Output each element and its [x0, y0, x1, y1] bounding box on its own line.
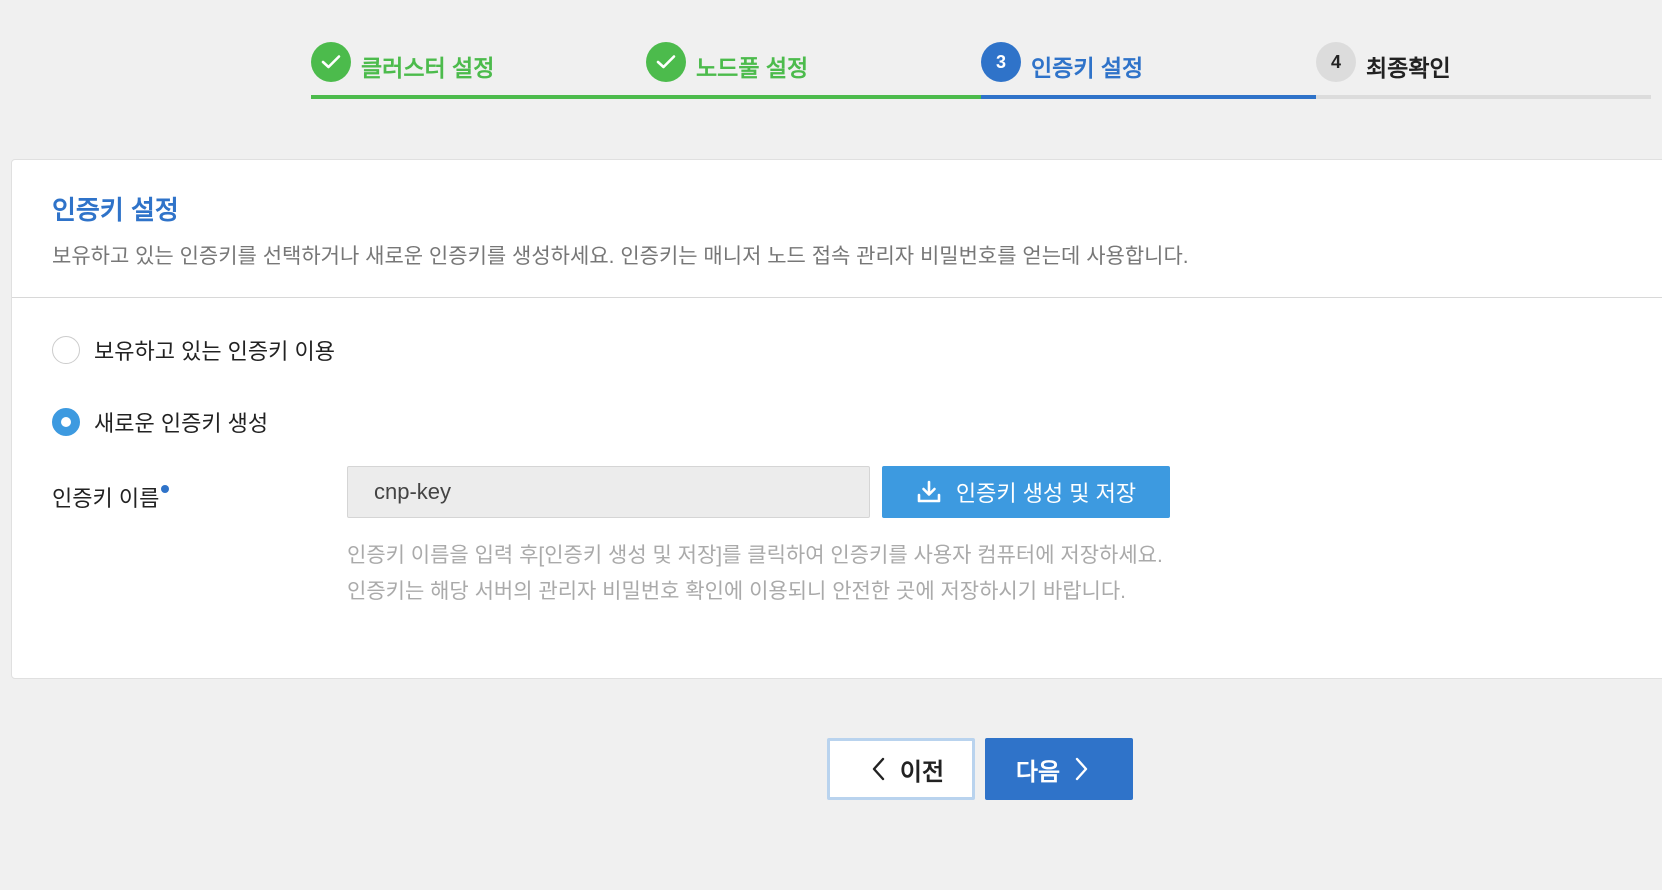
radio-create-new-key[interactable]: 새로운 인증키 생성 [52, 406, 268, 438]
step-progress-bar [1316, 95, 1651, 99]
help-text: 인증키 이름을 입력 후[인증키 생성 및 저장]를 클릭하여 인증키를 사용자… [347, 538, 1163, 610]
help-line: 인증키 이름을 입력 후[인증키 생성 및 저장]를 클릭하여 인증키를 사용자… [347, 544, 1163, 567]
step-progress-bar [311, 95, 646, 99]
step-progress-bar [981, 95, 1316, 99]
generate-and-save-key-button[interactable]: 인증키 생성 및 저장 [882, 466, 1170, 518]
download-icon [917, 480, 941, 503]
check-icon [311, 42, 351, 82]
help-line: 인증키는 해당 서버의 관리자 비밀번호 확인에 이용되니 안전한 곳에 저장하… [347, 580, 1127, 603]
wizard-stepper: 클러스터 설정 노드풀 설정 3 인증키 설정 4 최종확인 [311, 40, 1651, 102]
radio-label: 보유하고 있는 인증키 이용 [94, 339, 335, 364]
chevron-right-icon [1075, 757, 1088, 781]
radio-button[interactable] [52, 336, 80, 364]
step-number: 4 [1316, 42, 1356, 82]
step-cluster-settings[interactable]: 클러스터 설정 [311, 40, 646, 102]
step-label: 인증키 설정 [1031, 55, 1144, 81]
panel-title: 인증키 설정 [52, 195, 179, 225]
radio-label: 새로운 인증키 생성 [94, 411, 269, 436]
step-final-confirm[interactable]: 4 최종확인 [1316, 40, 1651, 102]
panel-description: 보유하고 있는 인증키를 선택하거나 새로운 인증키를 생성하세요. 인증키는 … [52, 245, 1189, 268]
chevron-left-icon [872, 757, 885, 781]
key-name-label: 인증키 이름 [52, 481, 170, 513]
required-dot-icon [161, 485, 170, 493]
auth-key-panel: 인증키 설정 보유하고 있는 인증키를 선택하거나 새로운 인증키를 생성하세요… [11, 159, 1662, 679]
step-progress-bar [646, 95, 981, 99]
step-nodepool-settings[interactable]: 노드풀 설정 [646, 40, 981, 102]
previous-button-label: 이전 [899, 758, 945, 786]
next-button-label: 다음 [1015, 758, 1061, 786]
step-label: 노드풀 설정 [696, 55, 809, 81]
step-label: 최종확인 [1366, 55, 1451, 81]
key-name-label-text: 인증키 이름 [52, 486, 160, 511]
generate-button-label: 인증키 생성 및 저장 [955, 481, 1137, 506]
key-name-input[interactable] [347, 466, 870, 518]
previous-button[interactable]: 이전 [827, 738, 975, 800]
step-label: 클러스터 설정 [361, 55, 495, 81]
step-auth-key-settings[interactable]: 3 인증키 설정 [981, 40, 1316, 102]
panel-header: 인증키 설정 보유하고 있는 인증키를 선택하거나 새로운 인증키를 생성하세요… [12, 160, 1662, 298]
next-button[interactable]: 다음 [985, 738, 1133, 800]
radio-button[interactable] [52, 408, 80, 436]
radio-use-existing-key[interactable]: 보유하고 있는 인증키 이용 [52, 334, 335, 366]
check-icon [646, 42, 686, 82]
step-number: 3 [981, 42, 1021, 82]
